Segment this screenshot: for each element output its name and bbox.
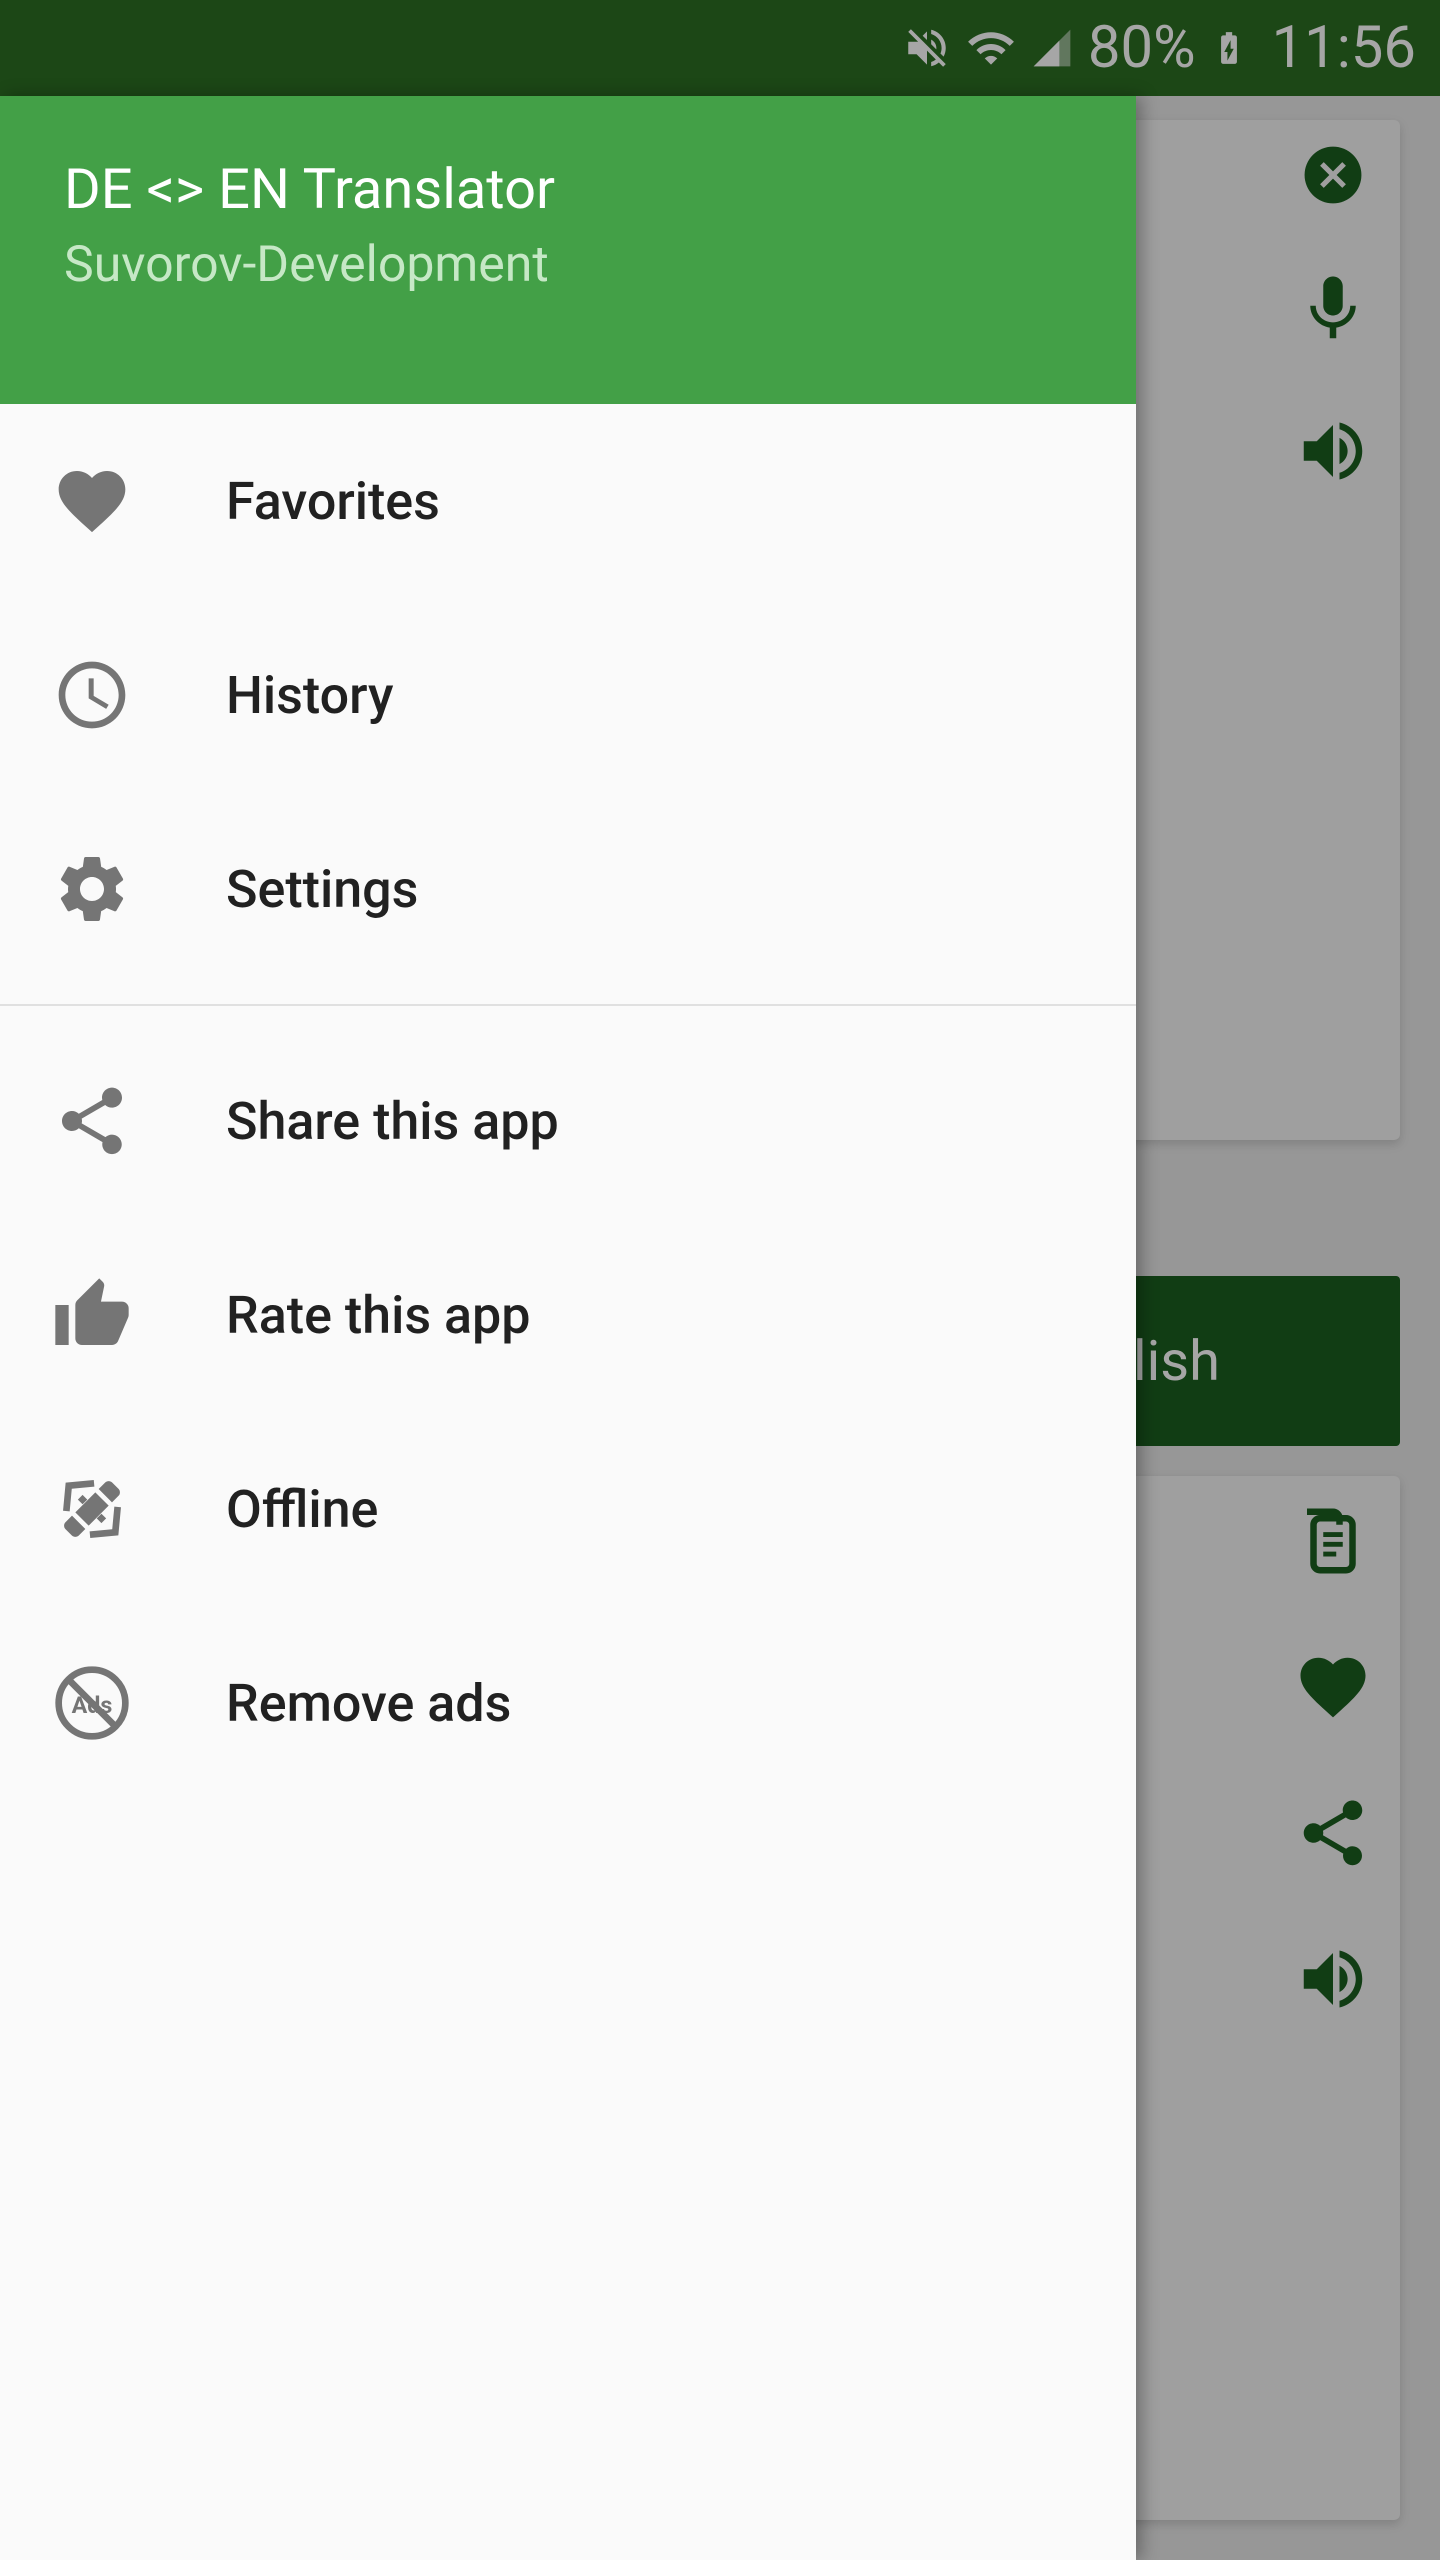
plug-icon xyxy=(52,1469,162,1549)
drawer-item-history[interactable]: History xyxy=(0,598,1136,792)
drawer-item-label: History xyxy=(226,665,393,726)
drawer-item-rate[interactable]: Rate this app xyxy=(0,1218,1136,1412)
drawer-item-offline[interactable]: Offline xyxy=(0,1412,1136,1606)
drawer-secondary-section: Share this app Rate this app Offline Ads… xyxy=(0,1024,1136,1800)
drawer-item-label: Settings xyxy=(226,859,418,920)
clock-icon xyxy=(52,655,162,735)
thumbs-up-icon xyxy=(52,1275,162,1355)
share-icon xyxy=(52,1081,162,1161)
gear-icon xyxy=(52,849,162,929)
heart-icon xyxy=(52,461,162,541)
drawer-item-label: Favorites xyxy=(226,471,440,532)
drawer-item-remove-ads[interactable]: Ads Remove ads xyxy=(0,1606,1136,1800)
navigation-drawer: DE <> EN Translator Suvorov-Development … xyxy=(0,96,1136,2560)
drawer-item-label: Offline xyxy=(226,1479,378,1540)
drawer-item-favorites[interactable]: Favorites xyxy=(0,404,1136,598)
drawer-header: DE <> EN Translator Suvorov-Development xyxy=(0,96,1136,404)
drawer-item-label: Rate this app xyxy=(226,1285,530,1346)
drawer-item-label: Remove ads xyxy=(226,1673,511,1734)
svg-text:Ads: Ads xyxy=(72,1691,113,1719)
drawer-divider xyxy=(0,1004,1136,1006)
drawer-item-settings[interactable]: Settings xyxy=(0,792,1136,986)
drawer-item-label: Share this app xyxy=(226,1091,559,1152)
app-subtitle: Suvorov-Development xyxy=(64,236,1072,294)
drawer-item-share[interactable]: Share this app xyxy=(0,1024,1136,1218)
no-ads-icon: Ads xyxy=(52,1663,162,1743)
app-title: DE <> EN Translator xyxy=(64,156,1072,222)
drawer-primary-section: Favorites History Settings xyxy=(0,404,1136,986)
